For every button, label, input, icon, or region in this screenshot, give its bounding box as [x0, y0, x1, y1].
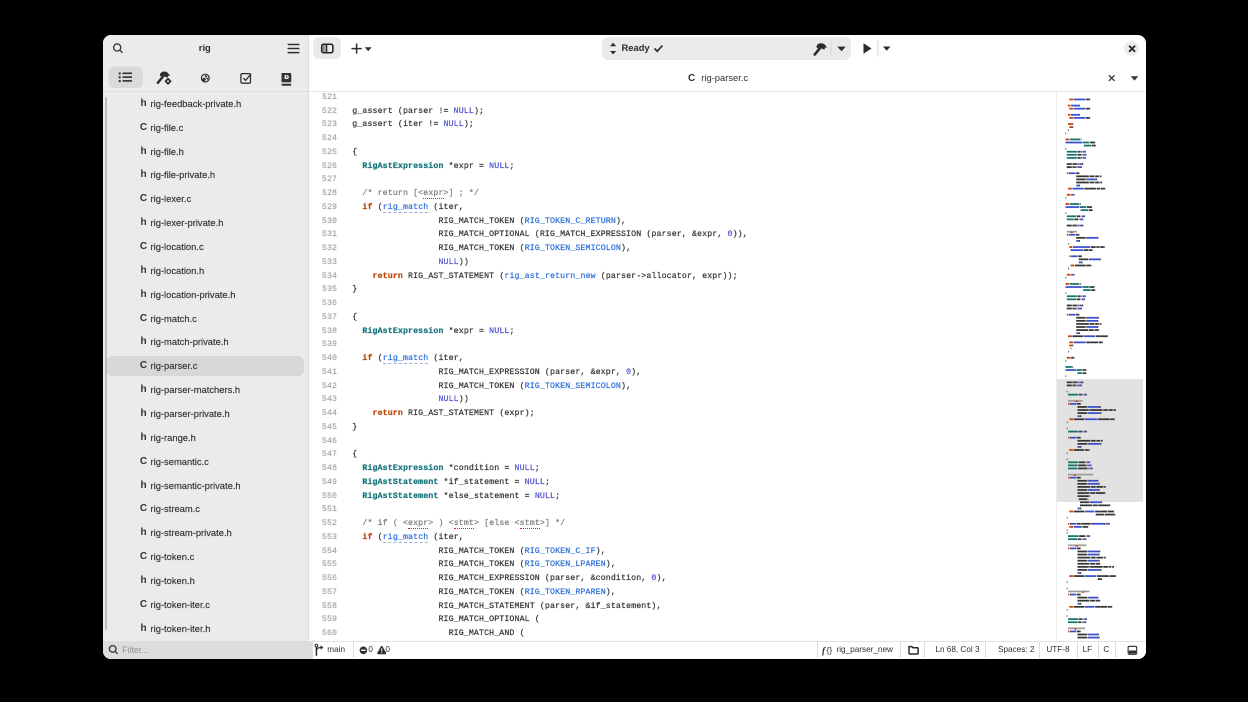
svg-text:f: f	[822, 646, 826, 656]
svg-text:{}: {}	[826, 645, 832, 655]
